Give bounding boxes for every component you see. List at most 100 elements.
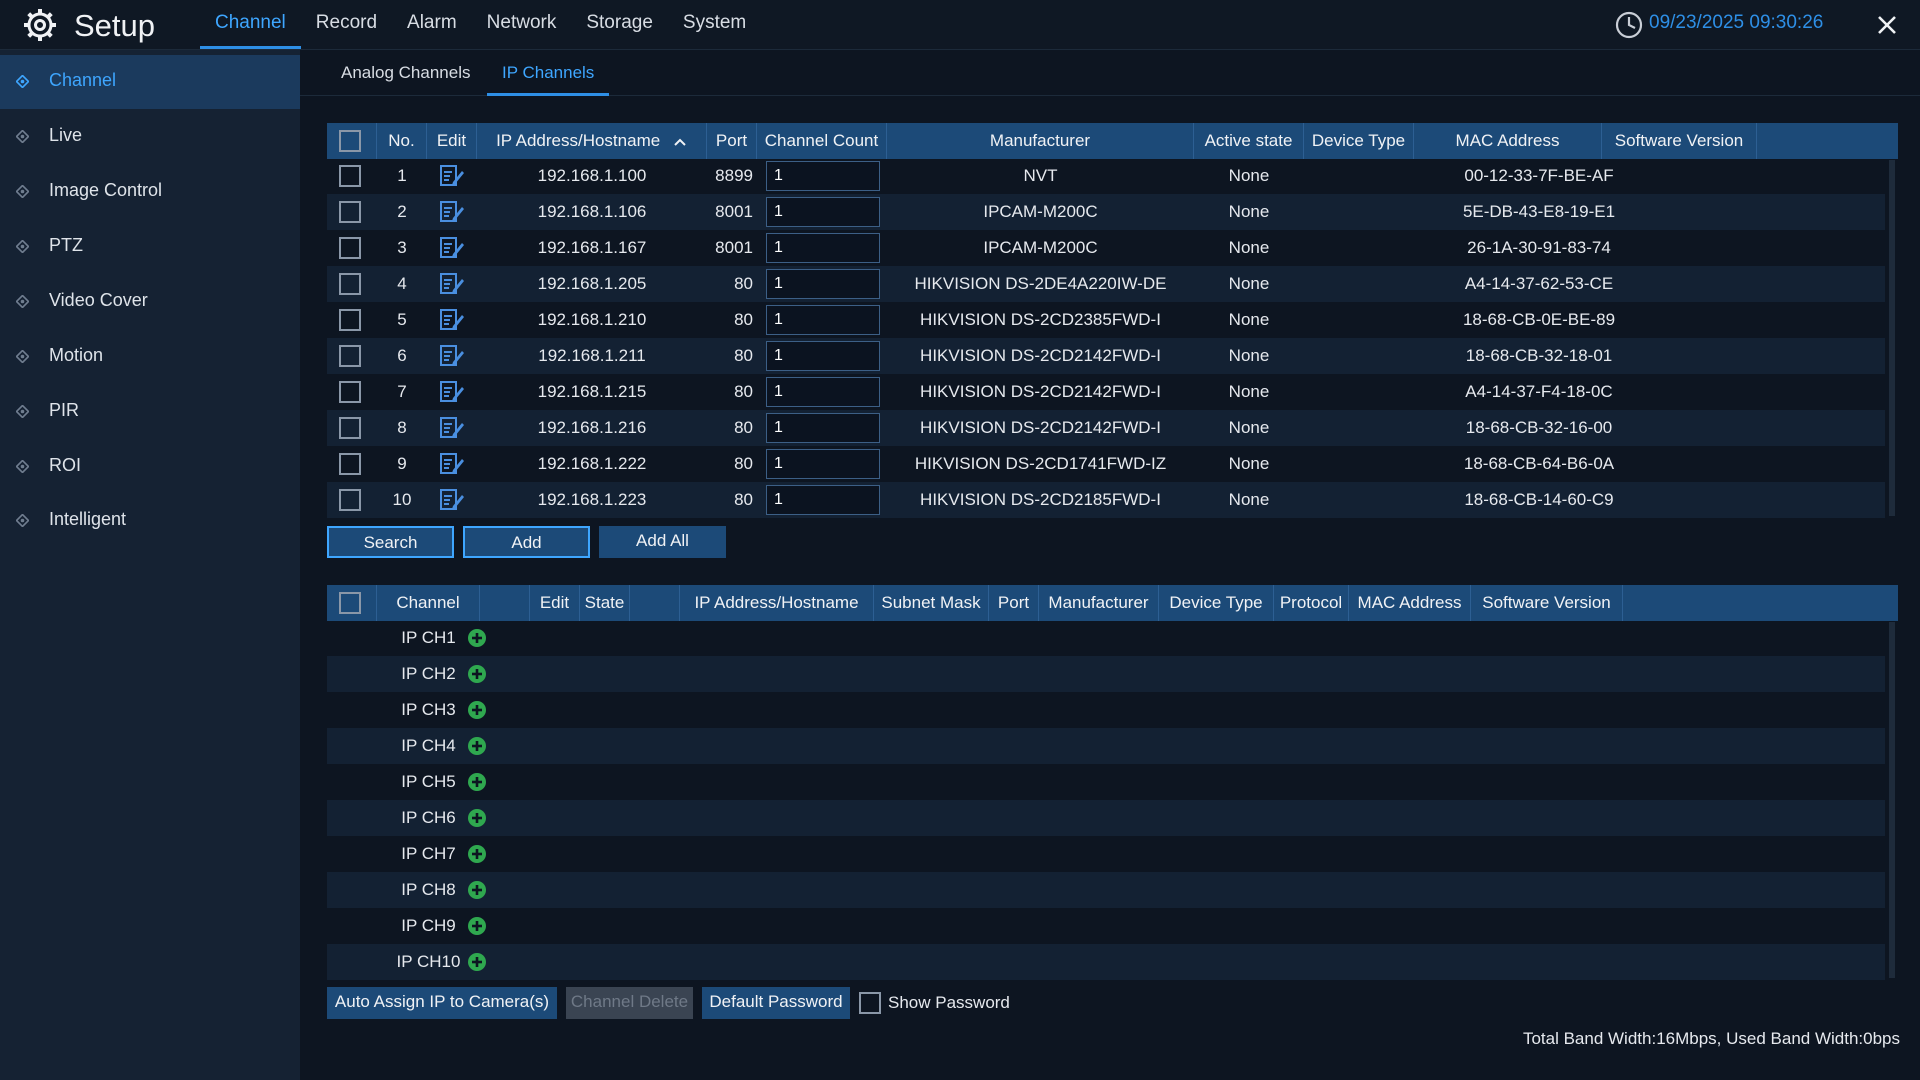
sidebar-item-intelligent[interactable]: Intelligent: [0, 494, 300, 548]
nav-tab-storage[interactable]: Storage: [571, 0, 668, 47]
row-checkbox[interactable]: [339, 165, 361, 187]
row-checkbox[interactable]: [339, 201, 361, 223]
channel-row[interactable]: IP CH3: [327, 692, 1885, 728]
table-row[interactable]: 2 192.168.1.106 8001 IPCAM-M200C None 5E…: [327, 194, 1885, 230]
plus-circle-icon[interactable]: [467, 952, 487, 972]
header-protocol[interactable]: Protocol: [1274, 585, 1349, 621]
header-edit[interactable]: Edit: [427, 123, 477, 159]
sidebar-item-roi[interactable]: ROI: [0, 440, 300, 494]
header-port[interactable]: Port: [989, 585, 1039, 621]
sidebar-item-ptz[interactable]: PTZ: [0, 220, 300, 274]
plus-circle-icon[interactable]: [467, 736, 487, 756]
default-password-button[interactable]: Default Password: [702, 987, 850, 1019]
tab-analog-channels[interactable]: Analog Channels: [341, 63, 470, 83]
header-active-state[interactable]: Active state: [1194, 123, 1304, 159]
search-button[interactable]: Search: [327, 526, 454, 558]
channel-count-input[interactable]: [766, 269, 880, 299]
edit-icon[interactable]: [439, 344, 465, 368]
edit-icon[interactable]: [439, 236, 465, 260]
channel-row[interactable]: IP CH10: [327, 944, 1885, 980]
select-all-channels-checkbox[interactable]: [339, 592, 361, 614]
plus-circle-icon[interactable]: [467, 880, 487, 900]
nav-tab-system[interactable]: System: [668, 0, 761, 47]
edit-icon[interactable]: [439, 308, 465, 332]
table-row[interactable]: 8 192.168.1.216 80 HIKVISION DS-2CD2142F…: [327, 410, 1885, 446]
sidebar-item-motion[interactable]: Motion: [0, 330, 300, 384]
plus-circle-icon[interactable]: [467, 808, 487, 828]
header-port[interactable]: Port: [707, 123, 757, 159]
header-device-type[interactable]: Device Type: [1304, 123, 1414, 159]
table-row[interactable]: 1 192.168.1.100 8899 NVT None 00-12-33-7…: [327, 158, 1885, 194]
table-row[interactable]: 6 192.168.1.211 80 HIKVISION DS-2CD2142F…: [327, 338, 1885, 374]
show-password-checkbox[interactable]: [859, 992, 881, 1014]
nav-tab-network[interactable]: Network: [472, 0, 572, 47]
sidebar-item-pir[interactable]: PIR: [0, 385, 300, 439]
row-checkbox[interactable]: [339, 309, 361, 331]
plus-circle-icon[interactable]: [467, 916, 487, 936]
channel-count-input[interactable]: [766, 413, 880, 443]
edit-icon[interactable]: [439, 416, 465, 440]
sidebar-item-image-control[interactable]: Image Control: [0, 165, 300, 219]
header-ip-address[interactable]: IP Address/Hostname: [477, 123, 707, 159]
header-device-type[interactable]: Device Type: [1159, 585, 1274, 621]
header-no[interactable]: No.: [377, 123, 427, 159]
select-all-checkbox[interactable]: [339, 130, 361, 152]
header-ip-address[interactable]: IP Address/Hostname: [680, 585, 874, 621]
table-row[interactable]: 4 192.168.1.205 80 HIKVISION DS-2DE4A220…: [327, 266, 1885, 302]
edit-icon[interactable]: [439, 452, 465, 476]
row-checkbox[interactable]: [339, 345, 361, 367]
table-row[interactable]: 10 192.168.1.223 80 HIKVISION DS-2CD2185…: [327, 482, 1885, 518]
plus-circle-icon[interactable]: [467, 664, 487, 684]
add-button[interactable]: Add: [463, 526, 590, 558]
edit-icon[interactable]: [439, 272, 465, 296]
auto-assign-ip-button[interactable]: Auto Assign IP to Camera(s): [327, 987, 557, 1019]
table-row[interactable]: 7 192.168.1.215 80 HIKVISION DS-2CD2142F…: [327, 374, 1885, 410]
header-channel[interactable]: Channel: [377, 585, 480, 621]
channel-row[interactable]: IP CH6: [327, 800, 1885, 836]
header-software-version[interactable]: Software Version: [1471, 585, 1623, 621]
add-all-button[interactable]: Add All: [599, 526, 726, 558]
sidebar-item-live[interactable]: Live: [0, 110, 300, 164]
row-checkbox[interactable]: [339, 489, 361, 511]
row-checkbox[interactable]: [339, 417, 361, 439]
search-table-scrollbar[interactable]: [1889, 160, 1895, 516]
channel-row[interactable]: IP CH2: [327, 656, 1885, 692]
channel-count-input[interactable]: [766, 233, 880, 263]
header-state[interactable]: State: [580, 585, 630, 621]
header-mac-address[interactable]: MAC Address: [1349, 585, 1471, 621]
row-checkbox[interactable]: [339, 453, 361, 475]
channel-count-input[interactable]: [766, 197, 880, 227]
header-manufacturer[interactable]: Manufacturer: [887, 123, 1194, 159]
close-icon[interactable]: [1870, 8, 1904, 42]
channel-row[interactable]: IP CH4: [327, 728, 1885, 764]
header-software-version[interactable]: Software Version: [1602, 123, 1757, 159]
channel-row[interactable]: IP CH9: [327, 908, 1885, 944]
plus-circle-icon[interactable]: [467, 844, 487, 864]
channel-row[interactable]: IP CH7: [327, 836, 1885, 872]
tab-ip-channels[interactable]: IP Channels: [502, 63, 594, 83]
row-checkbox[interactable]: [339, 273, 361, 295]
channel-count-input[interactable]: [766, 377, 880, 407]
header-manufacturer[interactable]: Manufacturer: [1039, 585, 1159, 621]
channel-count-input[interactable]: [766, 485, 880, 515]
header-mac-address[interactable]: MAC Address: [1414, 123, 1602, 159]
channel-count-input[interactable]: [766, 341, 880, 371]
channel-count-input[interactable]: [766, 449, 880, 479]
plus-circle-icon[interactable]: [467, 772, 487, 792]
plus-circle-icon[interactable]: [467, 700, 487, 720]
channel-row[interactable]: IP CH8: [327, 872, 1885, 908]
edit-icon[interactable]: [439, 380, 465, 404]
nav-tab-alarm[interactable]: Alarm: [392, 0, 472, 47]
header-edit[interactable]: Edit: [530, 585, 580, 621]
channel-row[interactable]: IP CH5: [327, 764, 1885, 800]
header-channel-count[interactable]: Channel Count: [757, 123, 887, 159]
channel-count-input[interactable]: [766, 161, 880, 191]
edit-icon[interactable]: [439, 488, 465, 512]
channel-delete-button[interactable]: Channel Delete: [566, 987, 693, 1019]
header-subnet-mask[interactable]: Subnet Mask: [874, 585, 989, 621]
edit-icon[interactable]: [439, 164, 465, 188]
table-row[interactable]: 9 192.168.1.222 80 HIKVISION DS-2CD1741F…: [327, 446, 1885, 482]
table-row[interactable]: 5 192.168.1.210 80 HIKVISION DS-2CD2385F…: [327, 302, 1885, 338]
nav-tab-channel[interactable]: Channel: [200, 0, 301, 49]
edit-icon[interactable]: [439, 200, 465, 224]
